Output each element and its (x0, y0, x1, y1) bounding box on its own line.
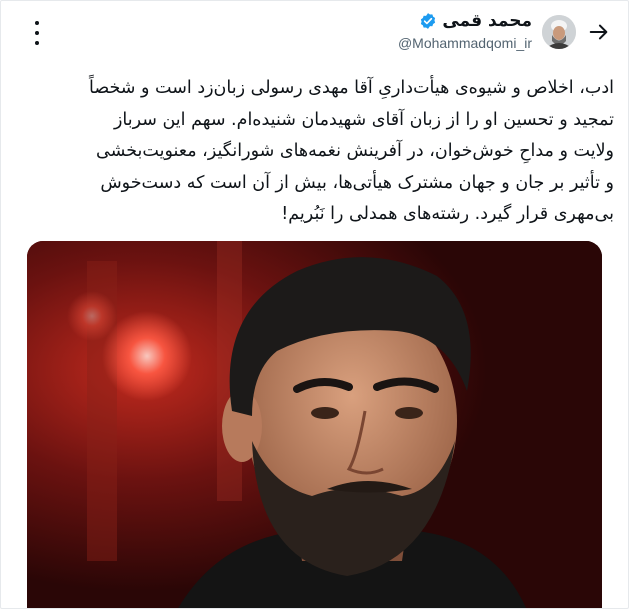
tweet-card: محمد قمی @Mohammadqomi_ir ادب، اخلاص و ش… (0, 0, 629, 609)
tweet-header: محمد قمی @Mohammadqomi_ir (1, 1, 628, 63)
tweet-text: ادب، اخلاص و شیوه‌ی هیأت‌داریِ آقا مهدی … (89, 78, 614, 224)
verified-badge-icon (421, 13, 436, 29)
more-vertical-icon (35, 21, 39, 25)
arrow-right-icon (589, 24, 608, 40)
back-button[interactable] (584, 17, 614, 47)
avatar[interactable] (542, 15, 576, 49)
tweet-photo[interactable] (27, 241, 602, 608)
author-handle[interactable]: @Mohammadqomi_ir (398, 35, 532, 51)
author-display-name[interactable]: محمد قمی (442, 11, 532, 31)
more-options-button[interactable] (27, 21, 47, 45)
author-name-row: محمد قمی (419, 10, 532, 32)
